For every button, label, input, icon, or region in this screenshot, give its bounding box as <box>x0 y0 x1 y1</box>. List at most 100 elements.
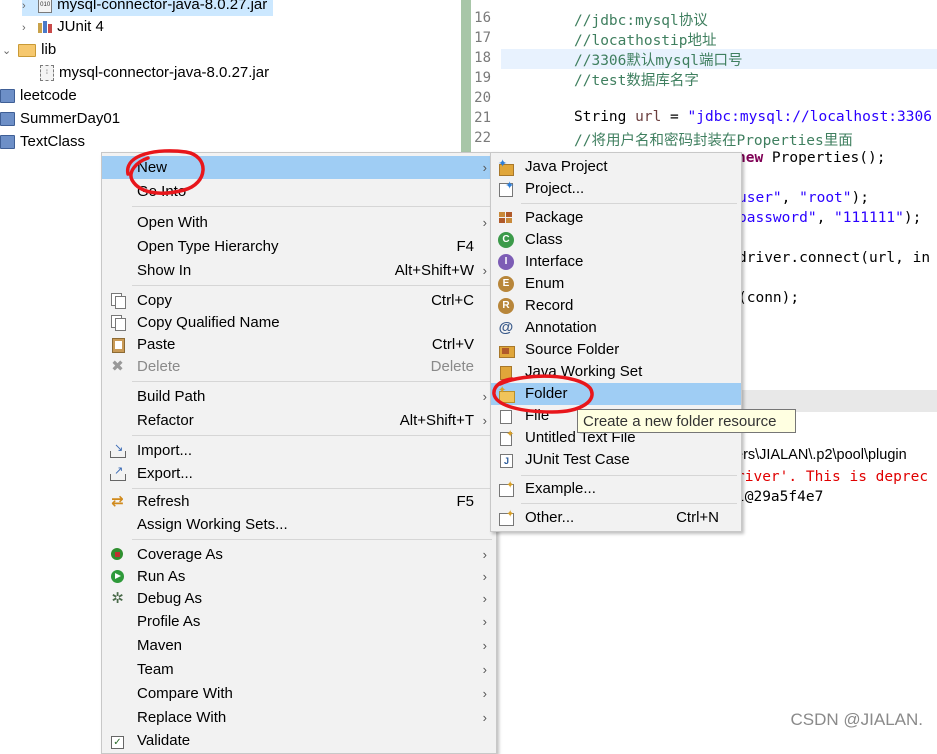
chevron-right-icon: › <box>482 591 487 606</box>
menu-item-assign-working-sets[interactable]: Assign Working Sets... <box>102 513 496 536</box>
enum-icon: E <box>498 276 514 292</box>
jar-file-icon: 010 <box>38 0 53 14</box>
menu-item-new[interactable]: New › <box>102 156 496 179</box>
menu-item-copy-qualified-name[interactable]: Copy Qualified Name <box>102 311 496 334</box>
code-line: //将用户名和密码封装在Properties里面 <box>574 133 853 149</box>
submenu-item-record[interactable]: R Record <box>491 295 741 317</box>
expand-icon[interactable]: › <box>22 0 34 17</box>
chevron-right-icon: › <box>482 662 487 677</box>
java-project-icon: ✦ <box>498 159 514 176</box>
console-path: ers\JIALAN\.p2\pool\plugin <box>735 447 907 463</box>
menu-item-run-as[interactable]: Run As › <box>102 565 496 588</box>
console-output: l@29a5f4e7 <box>736 489 824 505</box>
menu-item-delete[interactable]: ✖ Delete Delete <box>102 355 496 378</box>
refresh-icon: ⇄ <box>111 493 124 510</box>
submenu-item-interface[interactable]: I Interface <box>491 251 741 273</box>
code-fragment: user", "root"); <box>738 190 869 206</box>
expand-icon[interactable]: › <box>22 17 34 39</box>
project-icon: ✦ <box>498 181 514 197</box>
delete-icon: ✖ <box>111 358 124 375</box>
code-fragment: password", "111111"); <box>738 210 922 226</box>
collapse-icon[interactable]: ⌄ <box>2 40 14 62</box>
source-folder-icon <box>498 342 515 358</box>
menu-item-validate[interactable]: ✓ Validate <box>102 729 496 752</box>
tree-item-mysql-jar[interactable]: ⁞ mysql-connector-java-8.0.27.jar <box>40 62 269 84</box>
code-line: //jdbc:mysql协议 <box>574 13 708 29</box>
jar-file-icon: ⁞ <box>40 65 54 82</box>
code-line: String url = "jdbc:mysql://localhost:330… <box>574 109 932 125</box>
menu-item-go-into[interactable]: Go Into <box>102 180 496 203</box>
menu-item-refactor[interactable]: Refactor Alt+Shift+T › <box>102 409 496 432</box>
menu-item-export[interactable]: ↗ Export... <box>102 462 496 485</box>
editor-ruler-marker <box>461 0 471 160</box>
submenu-item-folder[interactable]: ✦ Folder <box>491 383 741 405</box>
run-icon <box>110 569 125 584</box>
annotation-icon: @ <box>498 319 514 336</box>
tree-item-summerday01[interactable]: SummerDay01 <box>0 108 120 130</box>
record-icon: R <box>498 298 514 314</box>
submenu-item-example[interactable]: ✦ Example... <box>491 478 741 500</box>
submenu-item-java-project[interactable]: ✦ Java Project <box>491 156 741 178</box>
code-line: //3306默认mysql端口号 <box>574 53 743 69</box>
tree-item-junit4[interactable]: › JUnit 4 <box>22 16 104 38</box>
library-icon <box>38 21 53 34</box>
project-icon <box>0 89 15 104</box>
chevron-right-icon: › <box>482 547 487 562</box>
debug-bug-icon: ✲ <box>111 590 124 607</box>
menu-item-compare-with[interactable]: Compare With › <box>102 682 496 705</box>
folder-tooltip: Create a new folder resource <box>577 409 796 433</box>
junit-icon: J <box>498 452 514 468</box>
submenu-item-package[interactable]: Package <box>491 207 741 229</box>
copy-icon <box>110 293 126 309</box>
line-number: 19 <box>474 70 491 86</box>
menu-item-maven[interactable]: Maven › <box>102 634 496 657</box>
line-number: 16 <box>474 10 491 26</box>
tree-item-mysql-jar-top[interactable]: › 010 mysql-connector-java-8.0.27.jar <box>22 0 274 17</box>
other-wizard-icon: ✦ <box>498 510 514 526</box>
menu-item-copy[interactable]: Copy Ctrl+C <box>102 289 496 312</box>
export-icon: ↗ <box>110 466 126 481</box>
menu-separator <box>132 488 492 489</box>
menu-item-paste[interactable]: Paste Ctrl+V <box>102 333 496 356</box>
menu-item-replace-with[interactable]: Replace With › <box>102 706 496 729</box>
line-number: 22 <box>474 130 491 146</box>
file-icon <box>498 408 514 424</box>
submenu-item-class[interactable]: C Class <box>491 229 741 251</box>
submenu-item-java-working-set[interactable]: Java Working Set <box>491 361 741 383</box>
menu-item-import[interactable]: ↘ Import... <box>102 439 496 462</box>
line-number: 17 <box>474 30 491 46</box>
line-number: 21 <box>474 110 491 126</box>
chevron-right-icon: › <box>482 215 487 230</box>
menu-separator <box>521 503 737 504</box>
context-menu: New › Go Into Open With › Open Type Hierar… <box>101 152 497 754</box>
submenu-item-enum[interactable]: E Enum <box>491 273 741 295</box>
chevron-right-icon: › <box>482 160 487 175</box>
menu-item-show-in[interactable]: Show In Alt+Shift+W › <box>102 259 496 282</box>
menu-item-build-path[interactable]: Build Path › <box>102 385 496 408</box>
folder-icon <box>18 43 37 57</box>
code-line: //test数据库名字 <box>574 73 699 89</box>
tree-item-lib[interactable]: ⌄ lib <box>2 39 56 61</box>
submenu-item-junit-test-case[interactable]: J JUnit Test Case <box>491 449 741 471</box>
menu-item-refresh[interactable]: ⇄ Refresh F5 <box>102 490 496 513</box>
menu-item-debug-as[interactable]: ✲ Debug As › <box>102 587 496 610</box>
menu-item-team[interactable]: Team › <box>102 658 496 681</box>
submenu-item-project[interactable]: ✦ Project... <box>491 178 741 200</box>
menu-item-open-type-hierarchy[interactable]: Open Type Hierarchy F4 <box>102 235 496 258</box>
tree-item-textclass[interactable]: TextClass <box>0 131 85 153</box>
watermark: CSDN @JIALAN. <box>790 710 923 729</box>
validate-checkbox-icon: ✓ <box>110 733 125 749</box>
submenu-item-source-folder[interactable]: Source Folder <box>491 339 741 361</box>
menu-separator <box>132 206 492 207</box>
menu-separator <box>521 203 737 204</box>
submenu-item-annotation[interactable]: @ Annotation <box>491 317 741 339</box>
chevron-right-icon: › <box>482 686 487 701</box>
menu-item-coverage-as[interactable]: Coverage As › <box>102 543 496 566</box>
menu-item-profile-as[interactable]: Profile As › <box>102 610 496 633</box>
code-fragment: driver.connect(url, in <box>738 250 931 266</box>
folder-icon: ✦ <box>498 386 515 403</box>
submenu-item-other[interactable]: ✦ Other... Ctrl+N <box>491 507 741 529</box>
tree-item-leetcode[interactable]: leetcode <box>0 85 77 107</box>
interface-icon: I <box>498 254 514 270</box>
menu-item-open-with[interactable]: Open With › <box>102 211 496 234</box>
